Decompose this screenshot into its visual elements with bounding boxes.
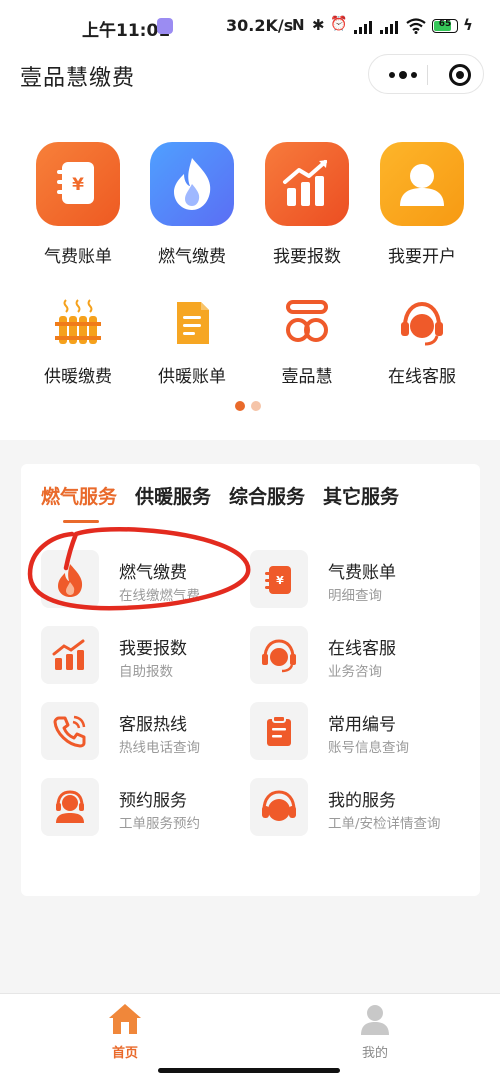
headset-icon — [397, 298, 447, 348]
tab-gas-services[interactable]: 燃气服务 — [41, 482, 118, 523]
service-description: 工单服务预约 — [119, 816, 200, 832]
bill-icon: ¥ — [36, 142, 120, 226]
chart-up-icon — [265, 142, 349, 226]
close-miniprogram-icon[interactable] — [449, 64, 471, 86]
brand-logo-icon — [282, 298, 332, 348]
quick-item-label: 供暖缴费 — [44, 367, 112, 387]
headset-icon — [250, 626, 308, 684]
quick-item-heating-payment[interactable]: 供暖缴费 — [20, 298, 136, 387]
battery-icon: 65 — [432, 19, 458, 33]
chart-up-icon — [41, 626, 99, 684]
carousel-pager — [235, 401, 261, 411]
wifi-icon — [406, 18, 426, 34]
tab-general-services[interactable]: 综合服务 — [229, 482, 305, 509]
quick-item-meter-report[interactable]: 我要报数 — [249, 142, 365, 267]
quick-item-brand[interactable]: 壹品慧 — [249, 298, 365, 387]
signal-icon — [354, 20, 374, 34]
bill-icon: ¥ — [250, 550, 308, 608]
service-gas-bill[interactable]: ¥ 气费账单 明细查询 — [250, 550, 465, 610]
miniprogram-capsule — [368, 54, 484, 94]
service-name: 客服热线 — [119, 715, 187, 735]
flame-icon — [41, 550, 99, 608]
home-icon — [109, 1004, 141, 1034]
service-name: 我要报数 — [119, 639, 187, 659]
tab-label: 综合服务 — [229, 486, 306, 508]
more-icon[interactable] — [389, 71, 417, 79]
quick-item-label: 燃气缴费 — [158, 247, 226, 267]
quick-item-gas-bill[interactable]: ¥ 气费账单 — [20, 142, 136, 267]
headphones-icon — [250, 778, 308, 836]
quick-item-label: 壹品慧 — [281, 367, 333, 387]
profile-icon — [361, 1005, 389, 1035]
charging-icon: ϟ — [463, 16, 473, 34]
document-icon — [167, 298, 217, 348]
tab-label: 供暖服务 — [135, 486, 212, 508]
tab-heating-services[interactable]: 供暖服务 — [135, 482, 211, 509]
quick-item-label: 在线客服 — [388, 367, 456, 387]
service-description: 明细查询 — [328, 588, 382, 604]
service-common-numbers[interactable]: 常用编号 账号信息查询 — [250, 702, 465, 762]
user-icon — [380, 142, 464, 226]
services-card: 燃气服务 供暖服务 综合服务 其它服务 燃气缴费 在线缴燃气费 ¥ 气费账单 明… — [21, 464, 480, 896]
bluetooth-icon: ✱ — [312, 16, 325, 34]
service-meter-report[interactable]: 我要报数 自助报数 — [41, 626, 256, 686]
service-description: 热线电话查询 — [119, 740, 200, 756]
bottom-tab-bar: 首页 我的 — [0, 993, 500, 1084]
radiator-icon — [53, 298, 103, 348]
tab-label: 燃气服务 — [41, 486, 118, 508]
network-speed: 30.2K/s — [226, 16, 294, 35]
tab-active-indicator — [63, 520, 99, 523]
tab-label: 其它服务 — [323, 486, 400, 508]
quick-item-heating-bill[interactable]: 供暖账单 — [134, 298, 250, 387]
service-appointment[interactable]: 预约服务 工单服务预约 — [41, 778, 256, 838]
tab-other-services[interactable]: 其它服务 — [323, 482, 399, 509]
service-name: 在线客服 — [328, 639, 396, 659]
tabbar-mine[interactable]: 我的 — [345, 1002, 405, 1061]
tabbar-label: 首页 — [111, 1046, 138, 1061]
service-name: 气费账单 — [328, 563, 396, 583]
pager-dot[interactable] — [251, 401, 261, 411]
quick-item-label: 供暖账单 — [158, 367, 226, 387]
quick-item-label: 气费账单 — [44, 247, 112, 267]
service-description: 业务咨询 — [328, 664, 382, 680]
agent-icon — [41, 778, 99, 836]
nfc-icon: N — [292, 16, 305, 34]
page-title: 壹品慧缴费 — [20, 66, 136, 91]
service-name: 我的服务 — [328, 791, 396, 811]
service-my-services[interactable]: 我的服务 工单/安检详情查询 — [250, 778, 465, 838]
flame-icon — [150, 142, 234, 226]
quick-item-label: 我要报数 — [273, 247, 341, 267]
svg-text:¥: ¥ — [276, 574, 284, 587]
phone-icon — [41, 702, 99, 760]
pager-dot-active[interactable] — [235, 401, 245, 411]
svg-text:¥: ¥ — [72, 175, 84, 195]
tabbar-label: 我的 — [361, 1046, 388, 1061]
service-description: 自助报数 — [119, 664, 173, 680]
service-description: 工单/安检详情查询 — [328, 816, 441, 832]
service-gas-payment[interactable]: 燃气缴费 在线缴燃气费 — [41, 550, 256, 610]
quick-item-open-account[interactable]: 我要开户 — [364, 142, 480, 267]
service-name: 常用编号 — [328, 715, 396, 735]
quick-item-gas-payment[interactable]: 燃气缴费 — [134, 142, 250, 267]
home-indicator[interactable] — [158, 1068, 340, 1073]
service-name: 燃气缴费 — [119, 563, 187, 583]
quick-item-label: 我要开户 — [388, 247, 456, 267]
battery-level: 65 — [438, 19, 452, 29]
clipboard-icon — [250, 702, 308, 760]
signal-icon-2 — [380, 20, 400, 34]
quick-access-grid: ¥ 气费账单 燃气缴费 我要报数 我要开户 供暖缴费 供暖账单 壹品慧 在线客服 — [0, 116, 500, 440]
alarm-icon: ⏰ — [330, 16, 348, 32]
service-description: 在线缴燃气费 — [119, 588, 200, 604]
app-notification-icon — [157, 18, 173, 34]
service-online-support[interactable]: 在线客服 业务咨询 — [250, 626, 465, 686]
service-hotline[interactable]: 客服热线 热线电话查询 — [41, 702, 256, 762]
service-tabs: 燃气服务 供暖服务 综合服务 其它服务 — [41, 482, 399, 523]
service-name: 预约服务 — [119, 791, 187, 811]
app-header: 壹品慧缴费 — [0, 54, 500, 116]
service-description: 账号信息查询 — [328, 740, 409, 756]
tabbar-home[interactable]: 首页 — [95, 1002, 155, 1061]
status-bar: 上午11:01 30.2K/s N ✱ ⏰ 65 ϟ — [0, 0, 500, 56]
quick-item-online-service[interactable]: 在线客服 — [364, 298, 480, 387]
